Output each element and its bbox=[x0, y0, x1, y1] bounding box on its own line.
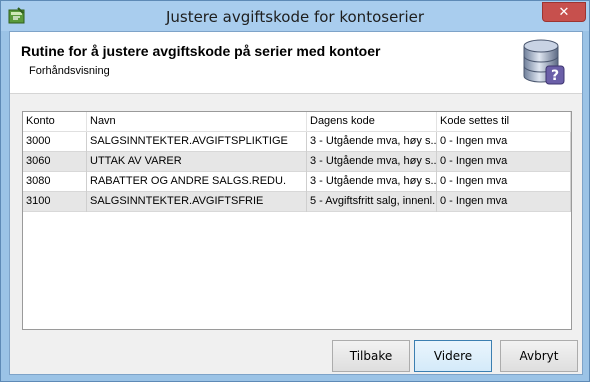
cell-navn: SALGSINNTEKTER.AVGIFTSFRIE bbox=[87, 192, 307, 212]
cell-navn: UTTAK AV VARER bbox=[87, 152, 307, 172]
svg-text:?: ? bbox=[551, 68, 559, 84]
wizard-header: Rutine for å justere avgiftskode på seri… bbox=[10, 32, 582, 94]
database-help-icon: ? bbox=[523, 39, 565, 85]
next-button[interactable]: Videre bbox=[414, 340, 492, 372]
close-button[interactable]: ✕ bbox=[542, 2, 586, 22]
cell-konto: 3000 bbox=[23, 132, 87, 152]
header-subtitle: Forhåndsvisning bbox=[29, 65, 110, 77]
cell-konto: 3060 bbox=[23, 152, 87, 172]
cell-konto: 3080 bbox=[23, 172, 87, 192]
cell-kode-settes-til: 0 - Ingen mva bbox=[437, 172, 571, 192]
cell-kode-settes-til: 0 - Ingen mva bbox=[437, 152, 571, 172]
cell-dagens-kode: 5 - Avgiftsfritt salg, innenl... bbox=[307, 192, 437, 212]
window-title: Justere avgiftskode for kontoserier bbox=[165, 8, 425, 26]
grid-header: Konto Navn Dagens kode Kode settes til bbox=[23, 112, 571, 132]
header-title: Rutine for å justere avgiftskode på seri… bbox=[21, 43, 381, 59]
table-row[interactable]: 3000 SALGSINNTEKTER.AVGIFTSPLIKTIGE 3 - … bbox=[23, 132, 571, 152]
column-header-dagens-kode[interactable]: Dagens kode bbox=[307, 112, 437, 132]
title-bar[interactable]: Justere avgiftskode for kontoserier ✕ bbox=[1, 1, 589, 31]
cell-kode-settes-til: 0 - Ingen mva bbox=[437, 132, 571, 152]
cell-dagens-kode: 3 - Utgående mva, høy s... bbox=[307, 152, 437, 172]
dialog-window: Justere avgiftskode for kontoserier ✕ Ru… bbox=[0, 0, 590, 382]
column-header-konto[interactable]: Konto bbox=[23, 112, 87, 132]
table-row[interactable]: 3060 UTTAK AV VARER 3 - Utgående mva, hø… bbox=[23, 152, 571, 172]
column-header-navn[interactable]: Navn bbox=[87, 112, 307, 132]
cell-dagens-kode: 3 - Utgående mva, høy s... bbox=[307, 172, 437, 192]
cell-kode-settes-til: 0 - Ingen mva bbox=[437, 192, 571, 212]
dialog-body: Rutine for å justere avgiftskode på seri… bbox=[9, 31, 583, 375]
back-button[interactable]: Tilbake bbox=[332, 340, 410, 372]
column-header-kode-settes-til[interactable]: Kode settes til bbox=[437, 112, 571, 132]
cell-navn: SALGSINNTEKTER.AVGIFTSPLIKTIGE bbox=[87, 132, 307, 152]
cancel-button[interactable]: Avbryt bbox=[500, 340, 578, 372]
accounts-grid[interactable]: Konto Navn Dagens kode Kode settes til 3… bbox=[22, 111, 572, 330]
cell-navn: RABATTER OG ANDRE SALGS.REDU. bbox=[87, 172, 307, 192]
cell-dagens-kode: 3 - Utgående mva, høy s... bbox=[307, 132, 437, 152]
cell-konto: 3100 bbox=[23, 192, 87, 212]
table-row[interactable]: 3100 SALGSINNTEKTER.AVGIFTSFRIE 5 - Avgi… bbox=[23, 192, 571, 212]
table-row[interactable]: 3080 RABATTER OG ANDRE SALGS.REDU. 3 - U… bbox=[23, 172, 571, 192]
